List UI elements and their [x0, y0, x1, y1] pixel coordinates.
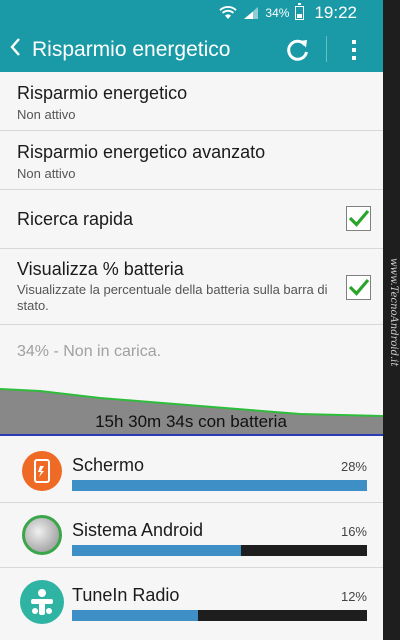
usage-bar-fill [72, 545, 241, 556]
usage-bar [72, 610, 367, 621]
app-name: Schermo [72, 455, 145, 475]
setting-power-saving[interactable]: Risparmio energetico Non attivo [0, 72, 383, 131]
quick-search-checkbox[interactable] [346, 206, 371, 231]
app-name: Sistema Android [72, 520, 204, 540]
battery-percent-checkbox[interactable] [346, 275, 371, 300]
tunein-radio-icon [20, 580, 64, 624]
checkmark-icon [348, 278, 370, 296]
watermark: www.TecnoAndroid.it [388, 258, 399, 367]
setting-title: Visualizza % batteria [17, 259, 184, 279]
status-bar: 34% 19:22 [0, 0, 383, 26]
action-bar: Risparmio energetico [0, 26, 383, 72]
app-usage-row-android-system[interactable]: Sistema Android 16% [0, 503, 383, 568]
usage-bar [72, 480, 367, 491]
refresh-icon[interactable] [285, 37, 311, 63]
page-title: Risparmio energetico [32, 38, 231, 61]
more-options-icon[interactable] [345, 37, 363, 63]
setting-quick-search[interactable]: Ricerca rapida [0, 190, 383, 249]
app-name: TuneIn Radio [72, 585, 180, 605]
setting-title: Risparmio energetico avanzato [17, 142, 266, 162]
android-system-icon [22, 515, 62, 555]
usage-bar-fill [72, 610, 199, 621]
setting-title: Ricerca rapida [17, 209, 134, 229]
battery-duration-label: 15h 30m 34s con batteria [95, 412, 287, 431]
app-percent: 16% [340, 524, 367, 539]
screen-icon [22, 451, 62, 491]
app-percent: 28% [340, 459, 367, 474]
battery-percent: 34% [265, 6, 290, 20]
signal-icon [244, 7, 259, 19]
battery-icon [295, 3, 305, 20]
app-usage-row-tunein-radio[interactable]: TuneIn Radio 12% [0, 568, 383, 640]
usage-bar-fill [72, 480, 367, 491]
setting-subtitle: Non attivo [17, 107, 76, 122]
usage-bar [72, 545, 367, 556]
clock: 19:22 [314, 3, 357, 22]
toolbar-divider [326, 36, 327, 62]
app-usage-row-screen[interactable]: Schermo 28% [0, 437, 383, 503]
checkmark-icon [348, 209, 370, 227]
settings-content: Risparmio energetico Non attivo Risparmi… [0, 72, 383, 640]
setting-show-battery-percent[interactable]: Visualizza % batteria Visualizzate la pe… [0, 249, 383, 325]
setting-title: Risparmio energetico [17, 83, 188, 103]
back-arrow-icon[interactable] [8, 36, 22, 63]
battery-status-row: 34% - Non in carica. [0, 325, 383, 382]
wifi-icon [219, 6, 238, 19]
setting-subtitle: Visualizzate la percentuale della batter… [17, 282, 328, 313]
battery-status-text: 34% - Non in carica. [17, 343, 162, 360]
app-percent: 12% [340, 589, 367, 604]
setting-ultra-power-saving[interactable]: Risparmio energetico avanzato Non attivo [0, 131, 383, 190]
setting-subtitle: Non attivo [17, 166, 76, 181]
